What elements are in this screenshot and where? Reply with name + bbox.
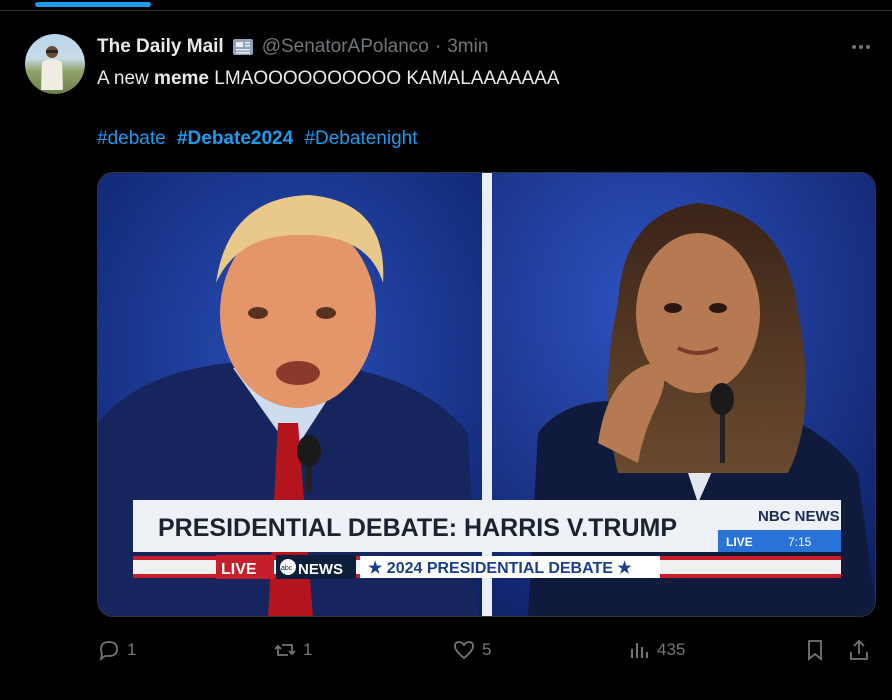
divider — [0, 10, 892, 11]
tweet-text: A new meme LMAOOOOOOOOOO KAMALAAAAAAA — [97, 68, 560, 90]
tweet-media[interactable]: PRESIDENTIAL DEBATE: HARRIS V.TRUMP NBC … — [97, 172, 876, 617]
separator: · — [434, 36, 442, 57]
abc-logo-prefix: abc — [281, 565, 293, 572]
bar-chart-icon — [631, 643, 648, 658]
tweet-text-suffix: LMAOOOOOOOOOO KAMALAAAAAAA — [208, 68, 560, 89]
live-badge: LIVE — [221, 561, 257, 578]
views-count: 435 — [657, 640, 686, 659]
event-banner: ★ 2024 PRESIDENTIAL DEBATE ★ — [368, 560, 632, 577]
hashtag-link[interactable]: #Debate2024 — [177, 128, 293, 149]
bookmark-button[interactable] — [803, 638, 827, 662]
heart-icon — [454, 641, 474, 660]
more-options-icon[interactable] — [849, 40, 873, 54]
live-tag: LIVE — [726, 535, 753, 549]
nbc-news-logo: NBC NEWS — [758, 508, 840, 525]
share-icon — [850, 639, 868, 660]
retweet-icon — [274, 644, 296, 656]
hashtag-list: #debate #Debate2024 #Debatenight — [97, 128, 424, 150]
tweet-text-bold: meme — [154, 68, 209, 89]
bookmark-icon — [808, 640, 822, 661]
share-button[interactable] — [847, 638, 871, 662]
tweet-text-prefix: A new — [97, 68, 155, 89]
retweet-button[interactable]: 1 — [273, 638, 312, 662]
newspaper-icon — [232, 39, 253, 55]
views-button[interactable]: 435 — [627, 638, 685, 662]
debate-screenshot: PRESIDENTIAL DEBATE: HARRIS V.TRUMP NBC … — [98, 173, 875, 616]
hashtag-link[interactable]: #Debatenight — [304, 128, 417, 149]
display-name[interactable]: The Daily Mail — [97, 36, 224, 58]
live-time: 7:15 — [788, 535, 812, 549]
abc-news-logo: NEWS — [298, 561, 343, 578]
timestamp[interactable]: 3min — [447, 36, 488, 58]
reply-button[interactable]: 1 — [97, 638, 136, 662]
hashtag-link[interactable]: #debate — [97, 128, 166, 149]
reply-icon — [99, 641, 118, 662]
avatar[interactable] — [25, 34, 85, 94]
active-tab-indicator — [35, 2, 151, 7]
handle[interactable]: @SenatorAPolanco — [262, 36, 429, 58]
like-button[interactable]: 5 — [452, 638, 491, 662]
retweet-count: 1 — [303, 640, 313, 659]
tweet-header: The Daily Mail @SenatorAPolanco · 3min — [97, 35, 488, 59]
chyron-main-text: PRESIDENTIAL DEBATE: HARRIS V.TRUMP — [158, 514, 677, 542]
reply-count: 1 — [127, 640, 137, 659]
tweet-actions: 1 1 5 435 — [0, 638, 892, 668]
like-count: 5 — [482, 640, 492, 659]
avatar-person-icon — [41, 46, 63, 90]
